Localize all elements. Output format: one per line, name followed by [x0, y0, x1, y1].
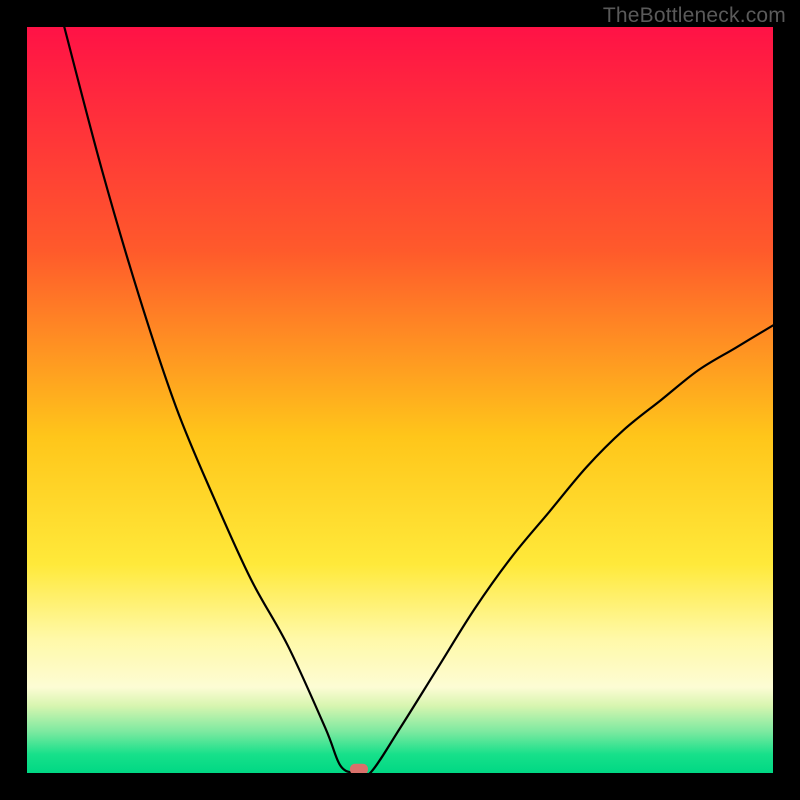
minimum-marker [350, 764, 368, 775]
chart-frame: TheBottleneck.com [0, 0, 800, 800]
bottleneck-chart [0, 0, 800, 800]
watermark-text: TheBottleneck.com [603, 4, 786, 28]
